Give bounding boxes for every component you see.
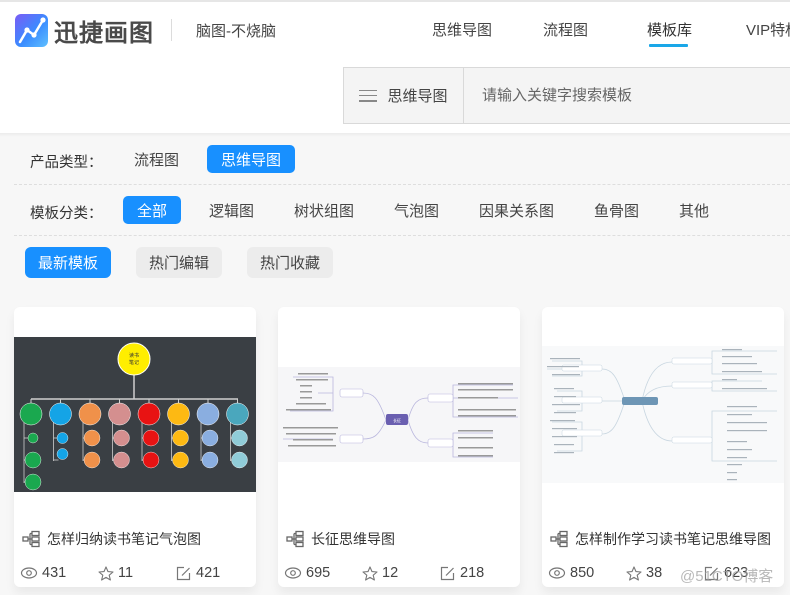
bubble-sub-node [27,432,39,444]
view-count: 431 [20,565,66,581]
template-thumbnail[interactable] [542,346,784,483]
header-shadow [0,133,790,137]
star-icon [362,565,378,581]
thumb-center-label: 读书 [129,352,139,359]
edit-icon [440,566,455,580]
search-input[interactable] [464,68,790,123]
favorite-count: 38 [626,565,662,581]
search-bar: 思维导图 [343,67,790,124]
product-type-label: 产品类型： [30,155,103,171]
bubble-sub-node [83,451,101,469]
template-title[interactable]: 怎样制作学习读书笔记思维导图 [550,529,771,549]
nav-vip[interactable]: VIP特权 [746,19,790,40]
mindmap-tree-icon [22,530,40,548]
product-type-mindmap[interactable]: 思维导图 [207,145,296,173]
edit-count: 218 [440,565,484,581]
bubble-sub-node [56,432,69,444]
template-title-text: 长征思维导图 [311,531,395,547]
nav-active-indicator [649,44,688,47]
star-icon [626,565,642,581]
bubble-sub-node [56,448,69,460]
favorite-count: 12 [362,565,398,581]
watermark: @51CTO博客 [680,568,774,585]
bubble-node [108,402,131,426]
bubble-chart-preview: 读书 笔记 [19,342,249,491]
eye-icon [284,567,302,579]
template-card[interactable]: 长征 长征思维导图 695 12 218 [278,307,520,587]
category-bubble[interactable]: 气泡图 [380,196,453,224]
nav-mindmap[interactable]: 思维导图 [432,19,492,40]
category-all[interactable]: 全部 [123,196,182,224]
eye-icon [20,567,38,579]
bubble-sub-node [142,451,160,469]
bubble-node [167,402,190,426]
slogan: 脑图-不烧脑 [196,23,276,40]
bubble-sub-node [24,473,42,491]
svg-text:笔记: 笔记 [129,359,139,366]
bubble-sub-node [201,451,219,469]
bubble-sub-node [83,429,101,447]
divider [14,184,790,185]
nav-flowchart[interactable]: 流程图 [543,19,588,40]
mindmap-preview: 长征 [283,373,518,458]
sort-hot-favorite[interactable]: 热门收藏 [247,247,334,278]
header-divider [171,19,172,41]
divider [14,235,790,236]
template-card[interactable]: 读书 笔记 怎样归纳读书笔记气泡图 431 11 421 [14,307,256,587]
template-card[interactable]: 怎样制作学习读书笔记思维导图 850 38 623 [542,307,784,587]
bubble-sub-node [231,451,248,469]
view-count: 850 [548,565,594,581]
bubble-node [137,402,161,426]
bubble-sub-node [231,429,248,447]
eye-icon [548,567,566,579]
bubble-sub-node [113,429,130,447]
sort-newest[interactable]: 最新模板 [25,247,112,278]
view-count: 695 [284,565,330,581]
bubble-sub-node [172,451,189,469]
category-tree[interactable]: 树状组图 [280,196,368,224]
category-other[interactable]: 其他 [665,196,723,224]
bubble-sub-node [24,451,42,469]
bubble-sub-node [113,451,130,469]
template-title[interactable]: 长征思维导图 [286,529,395,549]
product-type-flowchart[interactable]: 流程图 [120,145,193,173]
logo[interactable]: 迅捷画图 [15,13,154,48]
bubble-sub-node [172,429,189,447]
bubble-sub-node [142,429,160,447]
mindmap-tree-icon [550,530,568,548]
bubble-node [19,402,43,426]
logo-chart-icon [15,14,48,47]
search-type-dropdown[interactable]: 思维导图 [344,68,464,123]
template-title-text: 怎样制作学习读书笔记思维导图 [575,531,771,547]
template-thumbnail[interactable]: 长征 [278,367,520,462]
bubble-node [196,402,220,426]
favorite-count: 11 [98,565,133,581]
edit-icon [176,566,191,580]
category-cause-effect[interactable]: 因果关系图 [465,196,568,224]
search-type-label: 思维导图 [387,88,448,105]
edit-count: 421 [176,565,220,581]
mindmap-preview [547,349,777,481]
bubble-sub-node [201,429,219,447]
category-logic[interactable]: 逻辑图 [195,196,268,224]
logo-text: 迅捷画图 [54,20,154,47]
nav-template-library[interactable]: 模板库 [647,19,692,40]
mindmap-tree-icon [286,530,304,548]
star-icon [98,565,114,581]
bubble-node [226,402,249,426]
bubble-node [49,402,72,426]
template-thumbnail[interactable]: 读书 笔记 [14,337,256,492]
category-label: 模板分类： [30,206,103,222]
sort-hot-edit[interactable]: 热门编辑 [136,247,223,278]
top-header: 迅捷画图 脑图-不烧脑 思维导图 流程图 模板库 VIP特权 思维导图 [0,0,790,133]
thumb-center-label: 长征 [393,417,401,423]
bubble-node [78,402,102,426]
category-fishbone[interactable]: 鱼骨图 [580,196,653,224]
menu-icon [359,89,378,102]
template-title[interactable]: 怎样归纳读书笔记气泡图 [22,529,201,549]
template-title-text: 怎样归纳读书笔记气泡图 [47,531,201,547]
